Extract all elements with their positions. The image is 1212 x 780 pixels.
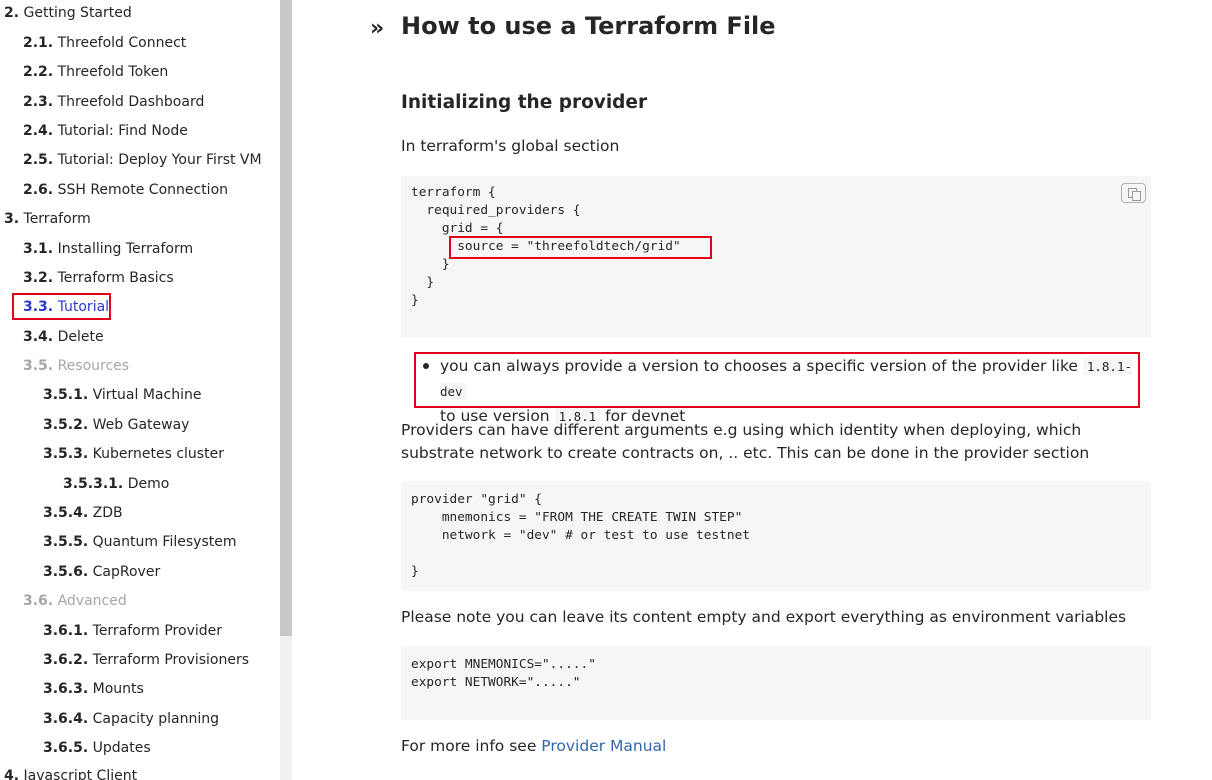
sidebar-item-advanced[interactable]: 3.6. Advanced	[23, 591, 127, 611]
sidebar-item-threefold-token[interactable]: 2.2. Threefold Token	[23, 62, 168, 82]
bullet-icon	[423, 363, 429, 369]
sidebar-item-terraform-basics[interactable]: 3.2. Terraform Basics	[23, 268, 174, 288]
sidebar-item-threefold-connect[interactable]: 2.1. Threefold Connect	[23, 33, 186, 53]
sidebar-item-virtual-machine[interactable]: 3.5.1. Virtual Machine	[43, 385, 201, 405]
provider-manual-link[interactable]: Provider Manual	[541, 737, 666, 755]
sidebar-item-web-gateway[interactable]: 3.5.2. Web Gateway	[43, 415, 189, 435]
section-heading: Initializing the provider	[401, 92, 648, 113]
version-note: you can always provide a version to choo…	[440, 357, 1133, 425]
sidebar-item-demo[interactable]: 3.5.3.1. Demo	[63, 474, 169, 494]
sidebar-item-installing-terraform[interactable]: 3.1. Installing Terraform	[23, 239, 193, 259]
sidebar-item-kubernetes[interactable]: 3.5.3. Kubernetes cluster	[43, 444, 224, 464]
sidebar-scrollbar[interactable]	[280, 0, 292, 780]
scrollbar-thumb[interactable]	[280, 0, 292, 636]
chevron-icon: »	[370, 16, 385, 41]
env-paragraph: Please note you can leave its content em…	[401, 608, 1127, 626]
sidebar-item-getting-started[interactable]: 2. Getting Started	[4, 3, 132, 23]
sidebar-item-capacity-planning[interactable]: 3.6.4. Capacity planning	[43, 709, 219, 729]
sidebar-item-updates[interactable]: 3.6.5. Updates	[43, 738, 151, 758]
sidebar-item-delete[interactable]: 3.4. Delete	[23, 327, 104, 347]
sidebar-item-resources[interactable]: 3.5. Resources	[23, 356, 129, 376]
page-title: How to use a Terraform File	[401, 12, 776, 40]
sidebar-item-javascript-client[interactable]: 4. Javascript Client	[4, 766, 137, 780]
sidebar-nav: 2. Getting Started 2.1. Threefold Connec…	[0, 0, 280, 780]
sidebar-item-quantum-filesystem[interactable]: 3.5.5. Quantum Filesystem	[43, 532, 236, 552]
sidebar-item-threefold-dashboard[interactable]: 2.3. Threefold Dashboard	[23, 92, 204, 112]
code-block-export: export MNEMONICS="....." export NETWORK=…	[401, 646, 1151, 720]
sidebar-item-zdb[interactable]: 3.5.4. ZDB	[43, 503, 123, 523]
sidebar-item-terraform-provider[interactable]: 3.6.1. Terraform Provider	[43, 621, 222, 641]
intro-paragraph: In terraform's global section	[401, 137, 620, 155]
sidebar-item-terraform-provisioners[interactable]: 3.6.2. Terraform Provisioners	[43, 650, 249, 670]
main-content: » How to use a Terraform File Initializi…	[292, 0, 1212, 780]
sidebar-item-tutorial-deploy-vm[interactable]: 2.5. Tutorial: Deploy Your First VM	[23, 150, 262, 170]
providers-paragraph: Providers can have different arguments e…	[401, 421, 1090, 462]
copy-icon[interactable]	[1121, 183, 1146, 203]
sidebar-item-terraform[interactable]: 3. Terraform	[4, 209, 91, 229]
code-block-provider: provider "grid" { mnemonics = "FROM THE …	[401, 481, 1151, 591]
sidebar-item-mounts[interactable]: 3.6.3. Mounts	[43, 679, 144, 699]
more-info-paragraph: For more info see Provider Manual	[401, 737, 667, 755]
sidebar-item-ssh-remote[interactable]: 2.6. SSH Remote Connection	[23, 180, 228, 200]
sidebar-item-tutorial[interactable]: 3.3. Tutorial	[23, 297, 109, 317]
sidebar-item-caprover[interactable]: 3.5.6. CapRover	[43, 562, 160, 582]
code-block-terraform: terraform { required_providers { grid = …	[401, 176, 1151, 337]
sidebar-item-tutorial-find-node[interactable]: 2.4. Tutorial: Find Node	[23, 121, 188, 141]
